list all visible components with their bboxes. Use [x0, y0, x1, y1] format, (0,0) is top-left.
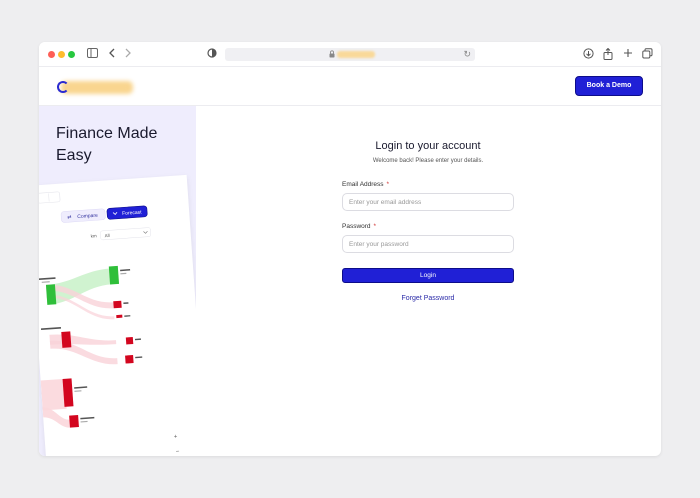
site-header: Book a Demo — [39, 68, 661, 106]
caption-line — [40, 326, 62, 330]
other-node — [116, 314, 123, 319]
close-window-button[interactable] — [48, 51, 55, 58]
maximize-window-button[interactable] — [68, 51, 75, 58]
browser-toolbar: ↻ — [39, 42, 661, 67]
caption-line — [80, 420, 88, 423]
sidebar-toggle-icon[interactable] — [86, 48, 98, 61]
logo-wordmark-redacted — [61, 81, 133, 94]
caption-line — [120, 272, 127, 275]
reload-icon[interactable]: ↻ — [463, 49, 471, 60]
service-costs-node — [69, 414, 79, 428]
browser-window: ↻ Book a Demo Finance Made Easy Compare … — [39, 42, 661, 456]
privacy-shield-icon[interactable] — [206, 48, 218, 61]
book-demo-button[interactable]: Book a Demo — [575, 76, 643, 96]
password-label: Password * — [342, 223, 377, 230]
operating-expenses-node — [61, 331, 72, 348]
login-title: Login to your account — [375, 140, 481, 152]
forward-icon[interactable] — [123, 48, 133, 61]
password-input[interactable] — [342, 235, 514, 253]
caption-line — [41, 281, 50, 283]
net-profit-node — [108, 265, 120, 285]
caption-line — [39, 277, 56, 281]
logo-mark-icon — [57, 81, 69, 93]
tab-overview-icon[interactable] — [641, 48, 653, 61]
url-text-redacted — [337, 51, 375, 58]
forgot-password-link[interactable]: Forget Password — [342, 295, 514, 302]
hero-title: Finance Made Easy — [56, 125, 158, 164]
filter-value: All — [104, 233, 109, 238]
caption-line — [135, 356, 143, 359]
required-mark: * — [386, 181, 390, 188]
required-mark: * — [373, 223, 377, 230]
caption-line — [120, 269, 131, 272]
download-icon[interactable] — [582, 48, 594, 61]
login-subtitle: Welcome back! Please enter your details. — [372, 158, 484, 164]
caption-line — [134, 338, 142, 341]
minimize-window-button[interactable] — [58, 51, 65, 58]
filter-label: km — [90, 233, 97, 238]
product-preview: Compare ⇄ Forecast km All + − — [39, 174, 196, 456]
address-bar[interactable]: ↻ — [225, 48, 475, 61]
login-button[interactable]: Login — [342, 268, 514, 283]
caption-line — [74, 386, 88, 389]
caption-line — [123, 302, 129, 305]
cost-flow-a — [40, 378, 67, 411]
lock-icon — [329, 50, 335, 58]
email-input[interactable] — [342, 193, 514, 211]
expense-node-b — [125, 355, 134, 364]
operating-profit-node — [45, 284, 57, 305]
tax-node — [113, 300, 122, 309]
hero-panel: Finance Made Easy Compare ⇄ Forecast km … — [39, 106, 196, 456]
email-label: Email Address * — [342, 181, 390, 188]
zoom-out-icon: − — [176, 449, 180, 455]
caption-line — [80, 416, 95, 420]
caption-line — [124, 315, 131, 317]
new-tab-icon[interactable] — [622, 48, 634, 61]
swap-icon: ⇄ — [67, 214, 72, 220]
share-icon[interactable] — [602, 47, 614, 61]
sankey-preview-chart: Compare ⇄ Forecast km All + − — [39, 191, 180, 455]
mini-toolbar — [39, 191, 61, 204]
caption-line — [74, 390, 82, 392]
expense-node-a — [125, 336, 134, 345]
brand-logo[interactable] — [57, 78, 133, 96]
zoom-in-icon: + — [174, 434, 178, 440]
back-icon[interactable] — [107, 48, 117, 61]
